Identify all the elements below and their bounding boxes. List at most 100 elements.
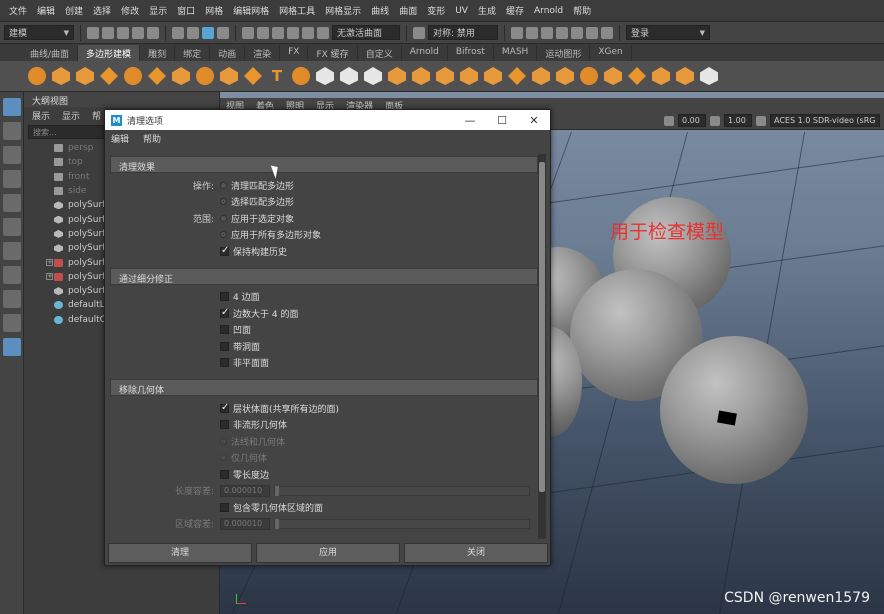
maximize-button[interactable]: ☐	[486, 114, 518, 127]
snap-grid-icon[interactable]	[242, 26, 254, 39]
section-remove-geometry[interactable]: 移除几何体	[110, 379, 538, 396]
combine-icon[interactable]	[388, 67, 406, 85]
menu-item[interactable]: 生成	[473, 4, 501, 17]
outliner-menu-display[interactable]: 展示	[32, 109, 50, 122]
menu-item[interactable]: 窗口	[172, 4, 200, 17]
expand-icon[interactable]: +	[46, 273, 53, 281]
menu-item[interactable]: 曲线	[366, 4, 394, 17]
render-icon[interactable]	[511, 26, 523, 39]
shelf-tab[interactable]: FX 缓存	[308, 45, 358, 61]
area-tolerance-field[interactable]: 0.000010	[220, 517, 270, 530]
view-transform-dropdown[interactable]: ACES 1.0 SDR-video (sRG	[770, 114, 880, 127]
save-scene-icon[interactable]	[117, 26, 129, 39]
cleanup-button[interactable]: 清理	[108, 543, 252, 563]
shelf-tab[interactable]: MASH	[494, 45, 538, 61]
radio-apply-all[interactable]	[220, 231, 227, 239]
shelf-tab[interactable]: 运动图形	[537, 45, 591, 61]
apply-button[interactable]: 应用	[256, 543, 400, 563]
sphere-mesh[interactable]	[660, 336, 808, 484]
poly-plane-icon[interactable]	[148, 67, 166, 85]
select-hierarchy-icon[interactable]	[172, 26, 184, 39]
shelf-tab[interactable]: 动画	[210, 45, 246, 61]
menu-item[interactable]: 曲面	[394, 4, 422, 17]
gamma-field[interactable]: 1.00	[724, 114, 752, 127]
menu-item[interactable]: 选择	[88, 4, 116, 17]
platonic-solid-icon[interactable]	[196, 67, 214, 85]
play-icon[interactable]	[586, 26, 598, 39]
outliner-layout-icon[interactable]	[3, 338, 21, 356]
tessellation-checkbox[interactable]	[220, 307, 229, 318]
merge-icon[interactable]	[628, 67, 646, 85]
length-tolerance-field[interactable]: 0.000010	[220, 484, 270, 497]
pause-icon[interactable]	[601, 26, 613, 39]
shelf-tab[interactable]: Bifrost	[448, 45, 494, 61]
outliner-menu-show[interactable]: 显示	[62, 109, 80, 122]
menu-item[interactable]: 缓存	[501, 4, 529, 17]
slider-thumb[interactable]	[275, 485, 279, 496]
radio-normals-geometry[interactable]	[220, 437, 227, 445]
lamina-faces-checkbox[interactable]	[220, 402, 229, 413]
expand-icon[interactable]: +	[46, 259, 53, 267]
render-settings-icon[interactable]	[541, 26, 553, 39]
tessellation-checkbox[interactable]	[220, 325, 229, 335]
bevel-icon[interactable]	[532, 67, 550, 85]
zero-length-edges-checkbox[interactable]	[220, 469, 229, 479]
shelf-tab[interactable]: 雕刻	[140, 45, 176, 61]
select-object-icon[interactable]	[187, 26, 199, 39]
menu-item[interactable]: 网格工具	[274, 4, 320, 17]
single-view-icon[interactable]	[3, 266, 21, 284]
menu-item[interactable]: 网格显示	[320, 4, 366, 17]
tessellation-checkbox[interactable]	[220, 358, 229, 368]
hypershade-icon[interactable]	[556, 26, 568, 39]
menu-item[interactable]: UV	[450, 6, 473, 16]
login-dropdown[interactable]: 登录 ▼	[626, 25, 710, 40]
shelf-tab[interactable]: XGen	[590, 45, 632, 61]
radio-cleanup-matching[interactable]	[220, 181, 227, 189]
shelf-tab[interactable]: Arnold	[402, 45, 448, 61]
zero-geo-faces-checkbox[interactable]	[220, 502, 229, 512]
shelf-tab[interactable]: 曲线/曲面	[22, 45, 79, 61]
shelf-tab[interactable]: 多边形建模	[78, 45, 141, 61]
target-weld-icon[interactable]	[340, 67, 358, 85]
bridge-icon[interactable]	[556, 67, 574, 85]
poly-star-icon[interactable]	[244, 67, 262, 85]
snap-live-icon[interactable]	[317, 26, 329, 39]
move-tool-icon[interactable]	[3, 170, 21, 188]
super-shape-icon[interactable]	[220, 67, 238, 85]
sculpt-tool-icon[interactable]	[316, 67, 334, 85]
symmetry-dropdown[interactable]: 对称: 禁用	[428, 25, 498, 40]
poly-sphere-icon[interactable]	[28, 67, 46, 85]
menu-item[interactable]: 显示	[144, 4, 172, 17]
open-scene-icon[interactable]	[102, 26, 114, 39]
undo-icon[interactable]	[132, 26, 144, 39]
menu-item[interactable]: 编辑网格	[228, 4, 274, 17]
uv-editor-icon[interactable]	[364, 67, 382, 85]
gamma-icon[interactable]	[710, 115, 720, 126]
poly-cone-icon[interactable]	[100, 67, 118, 85]
mirror-icon[interactable]	[484, 67, 502, 85]
section-fix-by-tessellation[interactable]: 通过细分修正	[110, 267, 538, 285]
radio-geometry-only[interactable]	[220, 454, 227, 462]
extrude-icon[interactable]	[508, 67, 526, 85]
menu-item[interactable]: Arnold	[529, 6, 568, 16]
svg-icon[interactable]	[292, 67, 310, 85]
poly-torus-icon[interactable]	[124, 67, 142, 85]
close-window-button[interactable]: ✕	[518, 114, 550, 127]
tessellation-checkbox[interactable]	[220, 341, 229, 351]
dialog-titlebar[interactable]: M 清理选项 — ☐ ✕	[105, 110, 550, 130]
last-tool-icon[interactable]	[3, 242, 21, 260]
ipr-render-icon[interactable]	[526, 26, 538, 39]
target-icon[interactable]	[676, 67, 694, 85]
slider-thumb[interactable]	[275, 518, 279, 529]
section-cleanup-effect[interactable]: 清理效果	[110, 156, 538, 173]
area-tolerance-slider[interactable]	[274, 518, 530, 529]
outliner-menu-help[interactable]: 帮	[92, 109, 101, 122]
poly-disc-icon[interactable]	[172, 67, 190, 85]
snap-curve-icon[interactable]	[257, 26, 269, 39]
snap-point-icon[interactable]	[272, 26, 284, 39]
separate-icon[interactable]	[412, 67, 430, 85]
select-tool-icon[interactable]	[3, 98, 21, 116]
quad-draw-icon[interactable]	[700, 67, 718, 85]
snap-view-icon[interactable]	[287, 26, 299, 39]
poly-cube-icon[interactable]	[52, 67, 70, 85]
